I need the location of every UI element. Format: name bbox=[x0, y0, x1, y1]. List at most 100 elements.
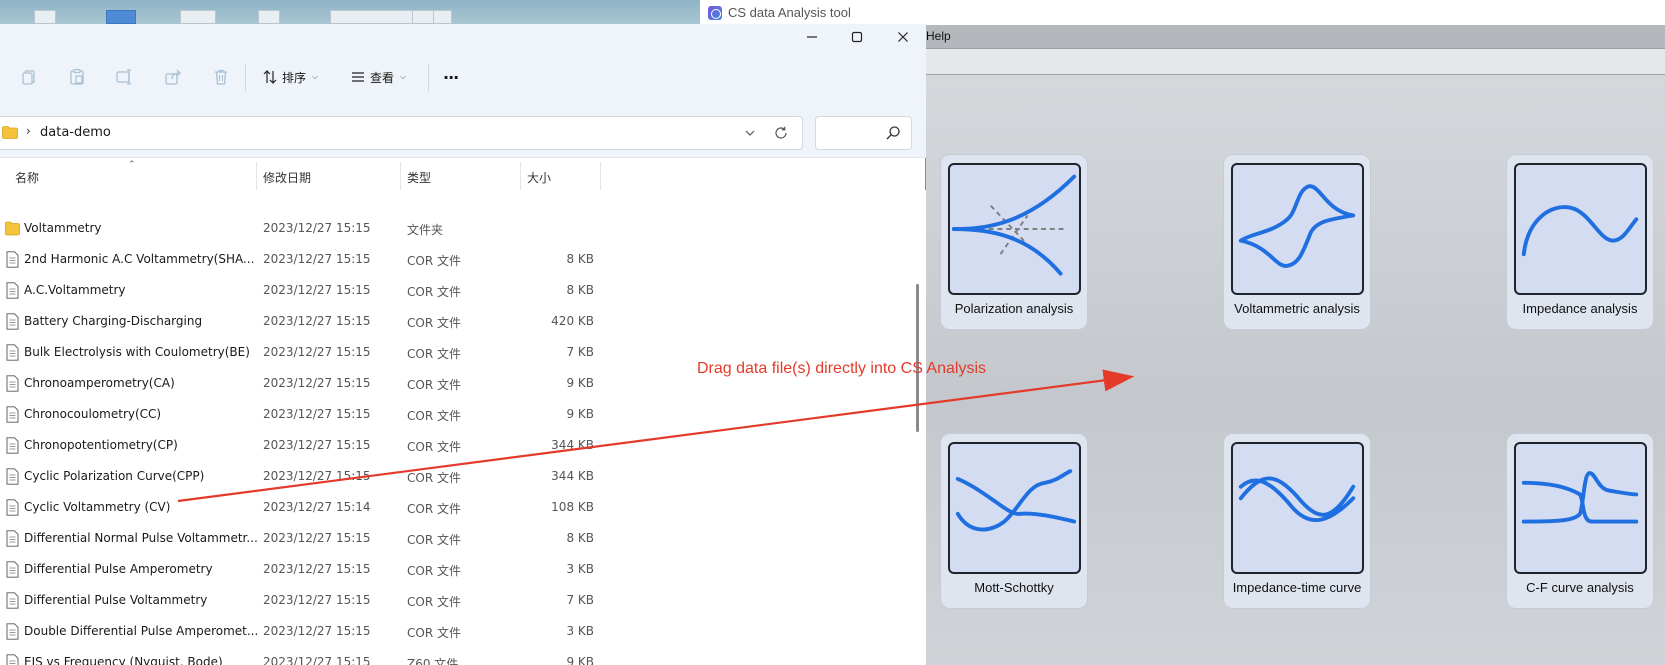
file-size: 8 KB bbox=[566, 283, 594, 297]
file-type: Z60 文件 bbox=[407, 657, 459, 665]
file-list: Voltammetry 2023/12/27 15:15 文件夹 2nd Harmon… bbox=[0, 192, 910, 665]
file-modified-date: 2023/12/27 15:15 bbox=[263, 376, 371, 390]
file-size: 108 KB bbox=[551, 500, 594, 514]
file-name: Differential Normal Pulse Voltammetr... bbox=[24, 531, 258, 545]
polarization-curve-icon bbox=[948, 163, 1081, 295]
toolbar-divider bbox=[428, 64, 429, 92]
column-divider[interactable] bbox=[520, 162, 521, 190]
desktop-icon bbox=[106, 10, 136, 24]
tile-mott-schottky[interactable]: Mott-Schottky bbox=[940, 433, 1088, 609]
document-icon bbox=[6, 437, 19, 454]
table-row[interactable]: Chronopotentiometry(CP) 2023/12/27 15:15 C… bbox=[0, 430, 910, 461]
search-input[interactable] bbox=[815, 116, 912, 150]
column-divider[interactable] bbox=[600, 162, 601, 190]
file-modified-date: 2023/12/27 15:15 bbox=[263, 469, 371, 483]
file-name: Chronocoulometry(CC) bbox=[24, 407, 162, 421]
file-type: COR 文件 bbox=[407, 254, 461, 268]
column-divider[interactable] bbox=[400, 162, 401, 190]
search-icon bbox=[886, 126, 900, 140]
table-row[interactable]: EIS vs Frequency (Nyquist, Bode) 2023/12/… bbox=[0, 647, 910, 665]
minimize-icon bbox=[807, 36, 817, 38]
table-row[interactable]: A.C.Voltammetry 2023/12/27 15:15 COR 文件 8 K… bbox=[0, 275, 910, 306]
desktop-icon bbox=[412, 10, 434, 24]
address-bar[interactable]: › data-demo bbox=[0, 116, 803, 150]
folder-icon bbox=[5, 221, 20, 236]
menu-help[interactable]: Help bbox=[926, 29, 951, 43]
paste-button[interactable] bbox=[66, 66, 88, 88]
table-row[interactable]: Cyclic Polarization Curve(CPP) 2023/12/27… bbox=[0, 461, 910, 492]
tile-label: Mott-Schottky bbox=[974, 580, 1054, 595]
chevron-down-icon: ⌵ bbox=[312, 72, 319, 81]
column-header: ⌃ 名称 修改日期 类型 大小 bbox=[0, 158, 910, 192]
tile-impedance-analysis[interactable]: Impedance analysis bbox=[1506, 154, 1654, 330]
column-divider[interactable] bbox=[256, 162, 257, 190]
window-controls bbox=[0, 24, 926, 50]
view-label: 查看 bbox=[370, 70, 395, 85]
sort-button[interactable]: 排序 ⌵ bbox=[262, 66, 318, 88]
file-explorer-window[interactable]: 排序 ⌵ 查看 ⌵ ··· › data-demo ⌃ 名称 修改日期 类型 大… bbox=[0, 24, 926, 665]
file-modified-date: 2023/12/27 15:15 bbox=[263, 252, 371, 266]
file-type: COR 文件 bbox=[407, 595, 461, 609]
rename-icon bbox=[116, 69, 131, 85]
file-modified-date: 2023/12/27 15:15 bbox=[263, 407, 371, 421]
tile-cf-curve-analysis[interactable]: C-F curve analysis bbox=[1506, 433, 1654, 609]
toolbar-divider bbox=[245, 64, 246, 92]
scrollbar-thumb[interactable] bbox=[916, 284, 919, 432]
table-row[interactable]: Differential Pulse Voltammetry 2023/12/27… bbox=[0, 585, 910, 616]
file-size: 7 KB bbox=[566, 593, 594, 607]
chevron-down-icon[interactable] bbox=[742, 125, 758, 141]
copy-button[interactable] bbox=[18, 66, 40, 88]
cyclic-voltammogram-icon bbox=[1231, 163, 1364, 295]
column-type[interactable]: 类型 bbox=[407, 169, 431, 186]
file-size: 7 KB bbox=[566, 345, 594, 359]
document-icon bbox=[6, 468, 19, 485]
breadcrumb-path[interactable]: data-demo bbox=[40, 125, 111, 140]
file-name: 2nd Harmonic A.C Voltammetry(SHA... bbox=[24, 252, 255, 266]
tile-polarization-analysis[interactable]: Polarization analysis bbox=[940, 154, 1088, 330]
file-name: Double Differential Pulse Amperomet... bbox=[24, 624, 259, 638]
file-type: COR 文件 bbox=[407, 378, 461, 392]
table-row[interactable]: Voltammetry 2023/12/27 15:15 文件夹 bbox=[0, 213, 910, 244]
maximize-icon bbox=[851, 31, 863, 43]
column-size[interactable]: 大小 bbox=[527, 169, 551, 186]
table-row[interactable]: Double Differential Pulse Amperomet... 20… bbox=[0, 616, 910, 647]
file-name: Differential Pulse Voltammetry bbox=[24, 593, 208, 607]
maximize-button[interactable] bbox=[839, 26, 875, 48]
file-type: COR 文件 bbox=[407, 626, 461, 640]
cs-window-title: CS data Analysis tool bbox=[728, 5, 851, 20]
table-row[interactable]: Chronocoulometry(CC) 2023/12/27 15:15 COR … bbox=[0, 399, 910, 430]
table-row[interactable]: Battery Charging-Discharging 2023/12/27 1… bbox=[0, 306, 910, 337]
table-row[interactable]: Differential Pulse Amperometry 2023/12/27… bbox=[0, 554, 910, 585]
table-row[interactable]: Differential Normal Pulse Voltammetr... 2… bbox=[0, 523, 910, 554]
share-button[interactable] bbox=[162, 66, 184, 88]
command-bar: 排序 ⌵ 查看 ⌵ ··· bbox=[0, 50, 926, 106]
table-row[interactable]: Cyclic Voltammetry (CV) 2023/12/27 15:14 C… bbox=[0, 492, 910, 523]
refresh-icon[interactable] bbox=[773, 125, 789, 141]
minimize-button[interactable] bbox=[794, 26, 830, 48]
desktop-icon bbox=[180, 10, 216, 24]
file-name: Battery Charging-Discharging bbox=[24, 314, 203, 328]
rename-button[interactable] bbox=[113, 66, 135, 88]
close-button[interactable] bbox=[885, 26, 921, 48]
trash-icon bbox=[215, 69, 227, 85]
delete-button[interactable] bbox=[210, 66, 232, 88]
more-options-button[interactable]: ··· bbox=[443, 66, 459, 88]
scrollbar[interactable] bbox=[910, 190, 926, 665]
file-type: COR 文件 bbox=[407, 409, 461, 423]
app-logo-icon bbox=[708, 5, 722, 20]
document-icon bbox=[6, 375, 19, 392]
tile-impedance-time-curve[interactable]: Impedance-time curve bbox=[1223, 433, 1371, 609]
file-type: COR 文件 bbox=[407, 285, 461, 299]
file-modified-date: 2023/12/27 15:15 bbox=[263, 562, 371, 576]
file-size: 3 KB bbox=[566, 562, 594, 576]
tile-voltammetric-analysis[interactable]: Voltammetric analysis bbox=[1223, 154, 1371, 330]
address-bar-area: › data-demo bbox=[0, 106, 926, 158]
file-name: Chronoamperometry(CA) bbox=[24, 376, 175, 390]
column-date[interactable]: 修改日期 bbox=[263, 169, 311, 186]
view-button[interactable]: 查看 ⌵ bbox=[350, 66, 406, 88]
file-modified-date: 2023/12/27 15:15 bbox=[263, 624, 371, 638]
copy-icon bbox=[22, 70, 35, 85]
table-row[interactable]: 2nd Harmonic A.C Voltammetry(SHA... 2023/… bbox=[0, 244, 910, 275]
drag-instruction-text: Drag data file(s) directly into CS Analy… bbox=[697, 360, 986, 377]
column-name[interactable]: 名称 bbox=[15, 169, 39, 186]
